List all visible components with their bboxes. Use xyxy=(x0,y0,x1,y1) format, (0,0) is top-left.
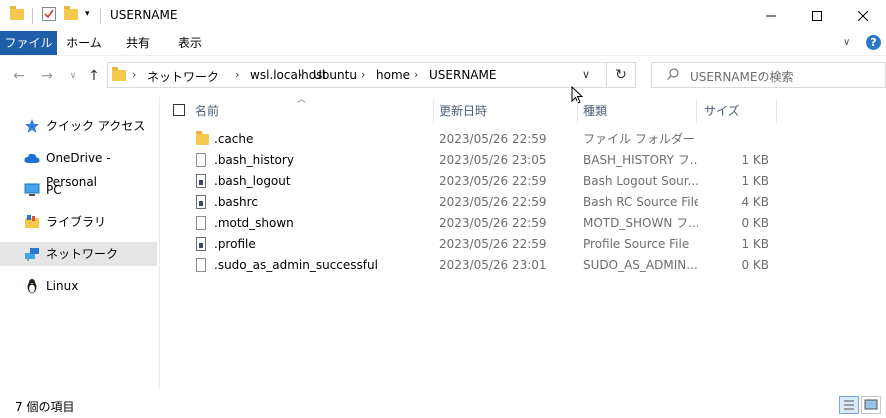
sidebar-item-onedrive[interactable]: OneDrive - Personal xyxy=(0,146,157,189)
sidebar-item-linux[interactable]: Linux xyxy=(0,274,157,298)
column-header-date[interactable]: 更新日時 xyxy=(439,99,574,123)
library-icon xyxy=(24,214,40,230)
sidebar-item-network[interactable]: ネットワーク xyxy=(0,242,157,266)
toolbar-separator xyxy=(32,8,33,24)
recent-locations-button[interactable]: ∨ xyxy=(64,66,82,86)
file-type: ファイル フォルダー xyxy=(583,132,695,146)
file-size: 0 KB xyxy=(741,258,769,272)
file-name: .cache xyxy=(214,132,254,146)
forward-button[interactable]: → xyxy=(38,66,56,86)
sidebar-item-label: Linux xyxy=(46,279,79,293)
file-icon xyxy=(196,258,208,273)
sidebar-item-label: PC xyxy=(46,183,62,197)
file-type: Profile Source File xyxy=(583,237,690,251)
sidebar-item-label: ネットワーク xyxy=(46,247,119,261)
file-date: 2023/05/26 22:59 xyxy=(439,174,547,188)
breadcrumb-separator[interactable]: › xyxy=(361,68,365,81)
file-date: 2023/05/26 23:05 xyxy=(439,153,547,167)
tab-share[interactable]: 共有 xyxy=(116,31,160,55)
back-button[interactable]: ← xyxy=(10,66,28,86)
details-view-button[interactable] xyxy=(839,396,859,414)
breadcrumb-separator[interactable]: › xyxy=(298,68,302,81)
file-name: .motd_shown xyxy=(214,216,294,230)
file-name: .sudo_as_admin_successful xyxy=(214,258,378,272)
breadcrumb-home[interactable]: home xyxy=(376,68,410,82)
toolbar-separator xyxy=(100,8,101,24)
file-date: 2023/05/26 22:59 xyxy=(439,216,547,230)
file-icon xyxy=(196,153,208,168)
file-size: 1 KB xyxy=(741,153,769,167)
help-icon[interactable]: ? xyxy=(866,35,881,50)
tab-file[interactable]: ファイル xyxy=(0,31,57,55)
file-size: 1 KB xyxy=(741,237,769,251)
file-icon xyxy=(196,216,208,231)
sidebar-item-label: ライブラリ xyxy=(46,215,107,229)
close-button[interactable] xyxy=(840,0,886,31)
cloud-icon xyxy=(24,150,40,166)
properties-icon[interactable] xyxy=(42,7,56,21)
select-all-checkbox[interactable] xyxy=(173,104,185,116)
script-file-icon xyxy=(196,195,208,210)
tab-view[interactable]: 表示 xyxy=(168,31,212,55)
network-icon xyxy=(24,246,40,262)
up-button[interactable]: ↑ xyxy=(85,66,103,86)
breadcrumb-separator[interactable]: › xyxy=(414,68,418,81)
file-size: 1 KB xyxy=(741,174,769,188)
file-date: 2023/05/26 23:01 xyxy=(439,258,547,272)
file-size: 0 KB xyxy=(741,216,769,230)
file-date: 2023/05/26 22:59 xyxy=(439,237,547,251)
large-icons-view-button[interactable] xyxy=(861,396,881,414)
maximize-button[interactable] xyxy=(794,0,840,31)
status-item-count: 7 個の項目 xyxy=(15,400,75,414)
file-type: SUDO_AS_ADMIN... xyxy=(583,258,698,272)
file-type: Bash Logout Sour... xyxy=(583,174,698,188)
customize-toolbar-icon[interactable]: ▾ xyxy=(85,9,90,19)
window-title: USERNAME xyxy=(110,8,178,22)
breadcrumb-network[interactable]: ネットワーク xyxy=(147,68,219,85)
column-resize-handle[interactable] xyxy=(577,99,578,123)
column-resize-handle[interactable] xyxy=(696,99,697,123)
folder-icon xyxy=(10,6,24,21)
file-date: 2023/05/26 22:59 xyxy=(439,132,547,146)
file-date: 2023/05/26 22:59 xyxy=(439,195,547,209)
sidebar-item-libraries[interactable]: ライブラリ xyxy=(0,210,157,234)
sidebar-item-label: クイック アクセス xyxy=(46,119,146,133)
script-file-icon xyxy=(196,237,208,252)
breadcrumb-ubuntu[interactable]: Ubuntu xyxy=(313,68,357,82)
file-name: .bash_logout xyxy=(214,174,291,188)
file-type: MOTD_SHOWN フ... xyxy=(583,216,698,230)
breadcrumb-username[interactable]: USERNAME xyxy=(429,68,496,82)
search-icon xyxy=(666,67,680,84)
breadcrumb-separator[interactable]: › xyxy=(235,68,239,81)
breadcrumb-separator[interactable]: › xyxy=(132,68,136,81)
folder-icon xyxy=(196,131,209,147)
file-type: BASH_HISTORY フ... xyxy=(583,153,698,167)
tab-home[interactable]: ホーム xyxy=(62,31,106,55)
column-header-type[interactable]: 種類 xyxy=(583,99,693,123)
search-input[interactable]: USERNAMEの検索 xyxy=(690,68,793,85)
minimize-button[interactable] xyxy=(748,0,794,31)
address-dropdown-icon[interactable]: ∨ xyxy=(582,68,590,81)
column-resize-handle[interactable] xyxy=(433,99,434,123)
penguin-icon xyxy=(24,278,40,294)
column-header-name[interactable]: 名前 xyxy=(195,99,430,123)
folder-icon xyxy=(112,67,126,81)
file-name: .bash_history xyxy=(214,153,294,167)
refresh-button[interactable]: ↻ xyxy=(607,62,636,88)
file-name: .bashrc xyxy=(214,195,258,209)
star-icon xyxy=(24,118,40,134)
file-size xyxy=(700,129,769,150)
column-header-size[interactable]: サイズ xyxy=(704,99,774,123)
script-file-icon xyxy=(196,174,208,189)
new-folder-icon[interactable] xyxy=(64,6,78,21)
expand-ribbon-icon[interactable]: ∨ xyxy=(843,37,850,48)
column-resize-handle[interactable] xyxy=(776,99,777,123)
file-name: .profile xyxy=(214,237,256,251)
computer-icon xyxy=(24,182,40,198)
sidebar-item-pc[interactable]: PC xyxy=(0,178,157,202)
file-size: 4 KB xyxy=(741,195,769,209)
file-type: Bash RC Source File xyxy=(583,195,698,209)
sidebar-item-quick-access[interactable]: クイック アクセス xyxy=(0,114,157,138)
